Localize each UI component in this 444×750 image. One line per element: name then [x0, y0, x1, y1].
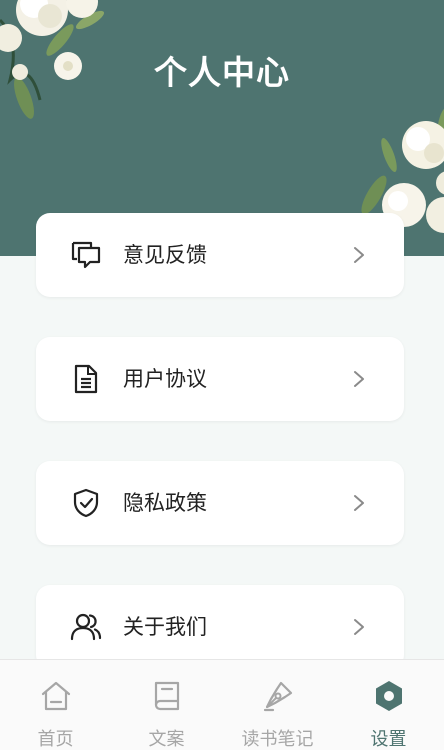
menu-item-about-us[interactable]: 关于我们 — [36, 585, 404, 669]
pen-nib-icon — [263, 681, 292, 712]
menu-item-feedback[interactable]: 意见反馈 — [36, 213, 404, 297]
chevron-right-icon — [354, 495, 364, 511]
menu-item-privacy-policy[interactable]: 隐私政策 — [36, 461, 404, 545]
menu-item-label: 关于我们 — [123, 615, 207, 639]
bottom-tab-bar: 首页 文案 读书笔记 设置 — [0, 659, 444, 750]
menu-item-user-agreement[interactable]: 用户协议 — [36, 337, 404, 421]
tab-settings[interactable]: 设置 — [333, 660, 444, 750]
menu-item-label: 隐私政策 — [123, 491, 207, 515]
page: 个人中心 意见反馈 用户协议 隐私政策 关于我们 首页 文案 读书笔记 设置 — [0, 0, 444, 750]
chevron-right-icon — [354, 619, 364, 635]
page-title: 个人中心 — [154, 53, 290, 92]
chevron-right-icon — [354, 371, 364, 387]
home-icon — [41, 681, 70, 711]
tab-home[interactable]: 首页 — [0, 660, 111, 750]
tab-label: 读书笔记 — [241, 729, 314, 750]
chevron-right-icon — [354, 247, 364, 263]
document-icon — [74, 364, 98, 394]
hexagon-settings-icon — [375, 681, 402, 711]
users-icon — [70, 613, 102, 641]
tab-label: 文案 — [148, 729, 185, 750]
book-icon — [154, 681, 179, 711]
tab-reading-notes[interactable]: 读书笔记 — [222, 660, 333, 750]
shield-check-icon — [73, 488, 99, 518]
tab-label: 设置 — [370, 729, 407, 750]
tab-label: 首页 — [37, 729, 74, 750]
chat-bubbles-icon — [71, 241, 101, 269]
tab-copywriting[interactable]: 文案 — [111, 660, 222, 750]
menu-item-label: 用户协议 — [123, 367, 207, 391]
menu-item-label: 意见反馈 — [123, 243, 207, 267]
